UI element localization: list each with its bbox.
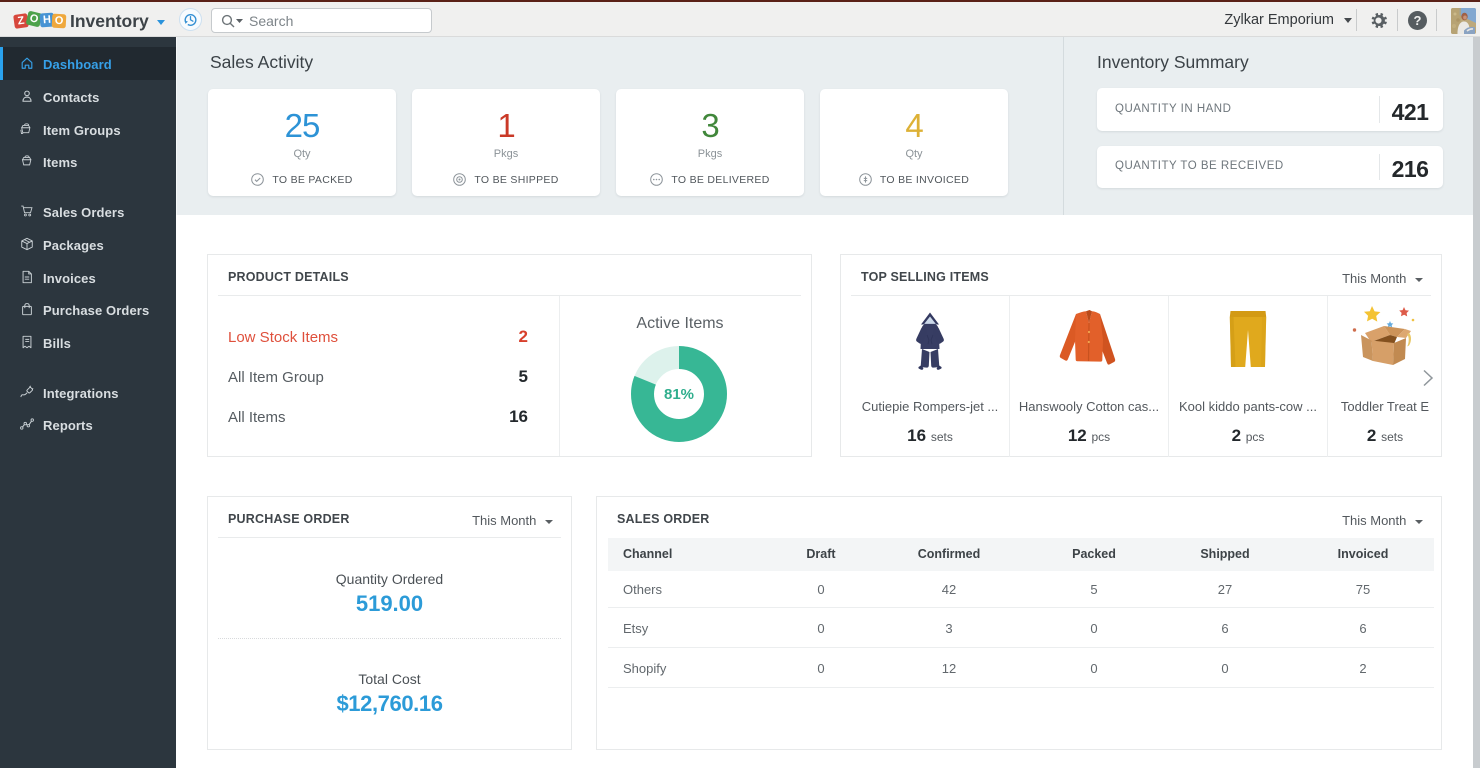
svg-text:81%: 81% — [664, 386, 694, 403]
